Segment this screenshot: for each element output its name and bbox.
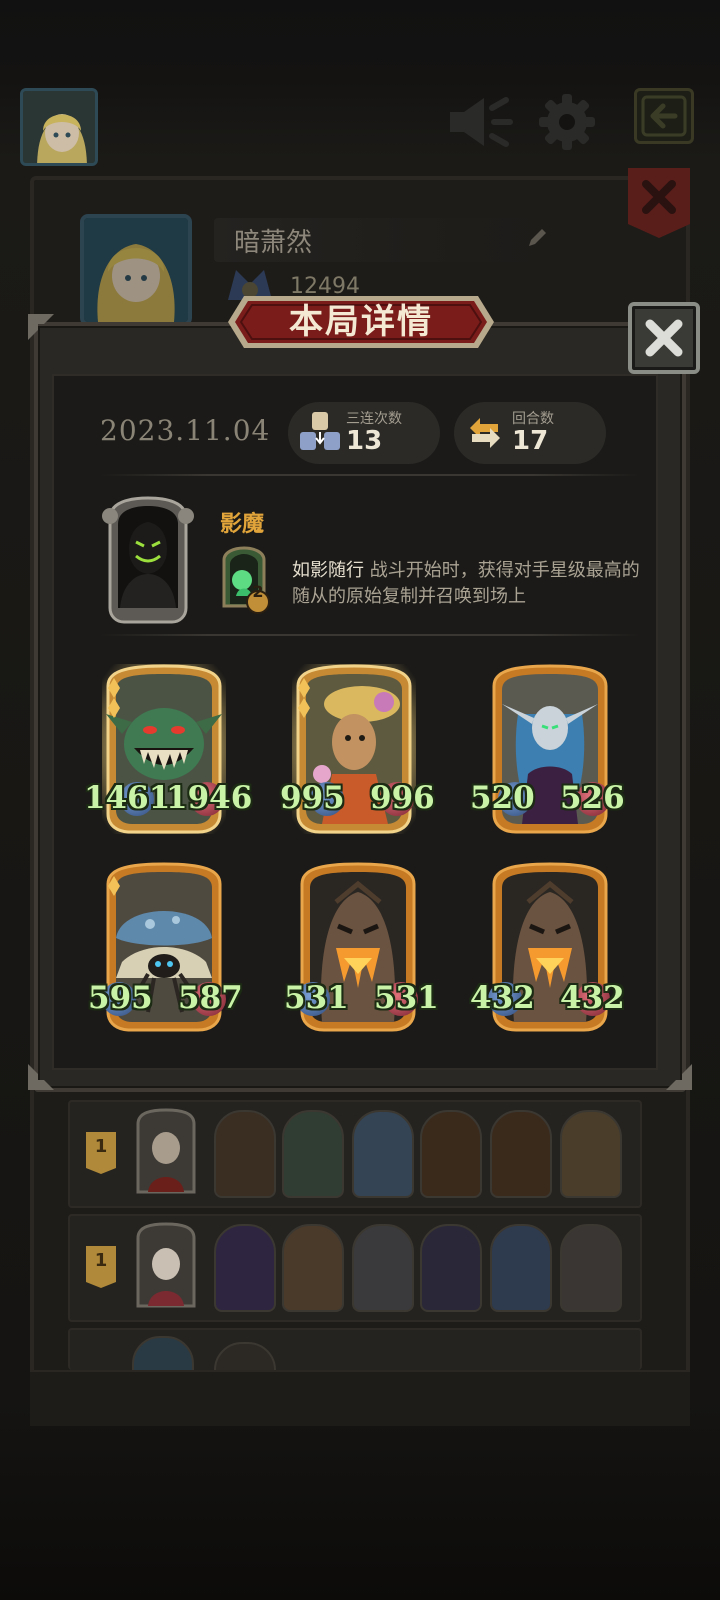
corner-ornament-icon <box>28 314 54 340</box>
card-attack: 1461 <box>84 780 171 816</box>
modal-close-button[interactable] <box>628 302 700 374</box>
edit-pencil-icon[interactable] <box>525 226 549 250</box>
history-row[interactable]: 1 <box>68 1100 642 1208</box>
back-button[interactable] <box>634 88 694 144</box>
opponent-hero-portrait <box>136 1108 196 1194</box>
card-health: 531 <box>374 980 439 1016</box>
triple-count-value: 13 <box>346 426 383 456</box>
triple-count-label: 三连次数 <box>346 411 402 427</box>
opponent-minion <box>420 1224 482 1312</box>
opponent-minion <box>214 1224 276 1312</box>
modal-title: 本局详情 <box>289 302 433 342</box>
player-name: 暗萧然 <box>234 228 313 258</box>
opponent-minion <box>282 1224 344 1312</box>
match-date: 2023.11.04 <box>100 414 271 447</box>
corner-ornament-icon <box>666 1064 692 1090</box>
opponent-minion <box>420 1110 482 1198</box>
player-portrait <box>80 214 192 326</box>
divider <box>100 634 640 636</box>
panel-close-button[interactable] <box>628 168 690 238</box>
panel-footer <box>30 1370 690 1426</box>
round-count-label: 回合数 <box>512 411 554 427</box>
opponent-hero-portrait <box>132 1336 194 1370</box>
card-attack: 432 <box>470 980 535 1016</box>
hero-skill-icon[interactable] <box>218 546 270 616</box>
opponent-minion <box>560 1110 622 1198</box>
triple-units-icon <box>300 412 340 450</box>
opponent-hero-portrait <box>136 1222 196 1308</box>
skill-name: 如影随行 <box>292 560 364 581</box>
skill-description: 如影随行 战斗开始时，获得对手星级最高的随从的原始复制并召唤到场上 <box>292 558 644 610</box>
triple-count-stat: 三连次数 13 <box>288 402 440 464</box>
history-row[interactable]: 1 <box>68 1214 642 1322</box>
card-health: 1946 <box>166 780 253 816</box>
opponent-minion <box>490 1110 552 1198</box>
card-attack: 995 <box>280 780 345 816</box>
card-attack: 595 <box>88 980 153 1016</box>
player-avatar-button[interactable] <box>20 88 98 166</box>
opponent-minion <box>214 1342 276 1370</box>
skill-level: 2 <box>252 582 264 601</box>
opponent-minion <box>282 1110 344 1198</box>
opponent-minion <box>352 1224 414 1312</box>
card-health: 996 <box>370 780 435 816</box>
opponent-minion <box>490 1224 552 1312</box>
opponent-minion <box>560 1224 622 1312</box>
rounds-cycle-icon <box>470 418 500 448</box>
round-count-stat: 回合数 17 <box>454 402 606 464</box>
hero-portrait <box>102 496 194 624</box>
settings-gear-icon[interactable] <box>536 92 606 152</box>
rank-number: 1 <box>94 1250 108 1271</box>
close-icon <box>645 319 683 357</box>
card-health: 432 <box>560 980 625 1016</box>
opponent-minion <box>214 1110 276 1198</box>
history-row[interactable] <box>68 1328 642 1370</box>
card-health: 526 <box>560 780 625 816</box>
divider <box>100 474 640 476</box>
card-attack: 520 <box>470 780 535 816</box>
speaker-icon[interactable] <box>444 92 514 152</box>
round-count-value: 17 <box>512 426 549 456</box>
card-attack: 531 <box>284 980 349 1016</box>
hero-name: 影魔 <box>220 512 265 537</box>
card-health: 587 <box>178 980 243 1016</box>
opponent-minion <box>352 1110 414 1198</box>
rank-number: 1 <box>94 1136 108 1157</box>
